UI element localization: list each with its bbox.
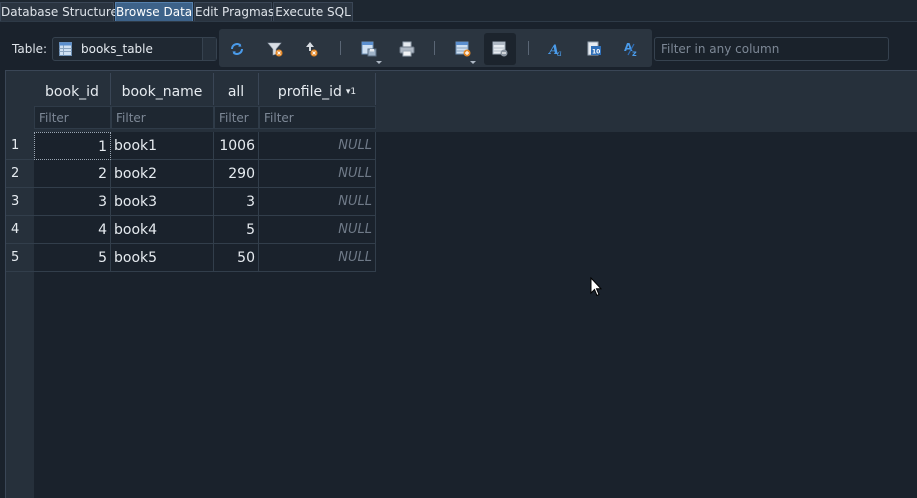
set-encoding-button[interactable]: 10 bbox=[578, 33, 610, 65]
tab-bar: Database Structure Browse Data Edit Prag… bbox=[0, 0, 917, 22]
table-cell[interactable]: 3 bbox=[34, 188, 111, 216]
column-header-label: book_name bbox=[121, 84, 203, 100]
clear-filters-button[interactable] bbox=[259, 33, 291, 65]
toolbar-separator bbox=[434, 41, 435, 55]
refresh-icon bbox=[231, 43, 243, 55]
filter-book-name[interactable] bbox=[111, 106, 214, 129]
insert-record-icon bbox=[455, 41, 471, 57]
table-icon bbox=[59, 42, 72, 56]
sort-indicator-icon: ▾1 bbox=[345, 87, 357, 97]
column-header-book-name[interactable]: book_name bbox=[111, 73, 214, 105]
table-cell[interactable]: 4 bbox=[34, 216, 111, 244]
table-cell[interactable]: 5 bbox=[34, 244, 111, 272]
chevron-down-icon[interactable] bbox=[202, 38, 216, 60]
filter-profile-id[interactable] bbox=[259, 106, 376, 129]
table-cell[interactable]: 50 bbox=[214, 244, 259, 272]
table-cell[interactable]: 290 bbox=[214, 160, 259, 188]
set-encoding-icon: 10 bbox=[587, 41, 601, 56]
refresh-button[interactable] bbox=[221, 33, 253, 65]
row-number[interactable]: 4 bbox=[6, 216, 34, 244]
toolbar-separator bbox=[340, 41, 341, 55]
toolbar-separator bbox=[528, 41, 529, 55]
column-header-label: book_id bbox=[45, 84, 99, 100]
column-header-label: profile_id bbox=[277, 84, 342, 100]
print-icon bbox=[399, 41, 415, 57]
filter-any-column-input[interactable] bbox=[654, 37, 889, 61]
table-cell[interactable]: NULL bbox=[259, 216, 376, 244]
table-label: Table: bbox=[12, 42, 48, 56]
row-number[interactable]: 5 bbox=[6, 244, 34, 272]
save-table-button[interactable] bbox=[353, 33, 385, 65]
table-cell[interactable]: NULL bbox=[259, 160, 376, 188]
filter-all[interactable] bbox=[214, 106, 259, 129]
chevron-down-icon bbox=[376, 61, 382, 64]
mouse-cursor-icon bbox=[590, 277, 602, 297]
clear-sort-button[interactable] bbox=[297, 33, 329, 65]
print-button[interactable] bbox=[391, 33, 423, 65]
table-cell[interactable]: 1006 bbox=[214, 132, 259, 160]
table-cell[interactable]: NULL bbox=[259, 132, 376, 160]
column-header-profile-id[interactable]: profile_id ▾1 bbox=[259, 73, 376, 105]
text-format-icon: A z bbox=[624, 41, 637, 57]
clear-sort-icon bbox=[306, 42, 318, 57]
table-cell[interactable]: NULL bbox=[259, 244, 376, 272]
save-table-icon bbox=[361, 41, 377, 57]
font-button[interactable]: A a bbox=[540, 33, 572, 65]
table-cell[interactable]: 3 bbox=[214, 188, 259, 216]
font-icon: A a bbox=[548, 43, 562, 57]
column-header-label: all bbox=[227, 84, 245, 100]
table-cell[interactable]: book4 bbox=[111, 216, 214, 244]
text-format-button[interactable]: A z bbox=[616, 33, 648, 65]
table-cell[interactable]: 2 bbox=[34, 160, 111, 188]
svg-text:a: a bbox=[557, 49, 562, 57]
data-grid: book_id book_name all profile_id▾1 1 1 b… bbox=[5, 70, 917, 498]
browse-toolbar: A a 10 A z bbox=[219, 29, 652, 67]
tab-browse-data[interactable]: Browse Data bbox=[115, 2, 193, 21]
clear-filters-icon bbox=[267, 42, 283, 57]
column-header-all[interactable]: all bbox=[214, 73, 259, 105]
table-cell[interactable]: book1 bbox=[111, 132, 214, 160]
table-cell[interactable]: 1 bbox=[34, 132, 111, 160]
table-name: books_table bbox=[81, 42, 153, 56]
delete-record-icon bbox=[492, 41, 508, 57]
row-number[interactable]: 3 bbox=[6, 188, 34, 216]
row-number[interactable]: 1 bbox=[6, 132, 34, 160]
table-select[interactable]: books_table bbox=[52, 37, 217, 61]
table-cell[interactable]: NULL bbox=[259, 188, 376, 216]
table-cell[interactable]: 5 bbox=[214, 216, 259, 244]
chevron-down-icon bbox=[470, 61, 476, 64]
tab-database-structure[interactable]: Database Structure bbox=[0, 2, 118, 21]
column-header-book-id[interactable]: book_id bbox=[34, 73, 111, 105]
delete-record-button[interactable] bbox=[484, 33, 516, 65]
tab-execute-sql[interactable]: Execute SQL bbox=[273, 2, 353, 21]
table-cell[interactable]: book5 bbox=[111, 244, 214, 272]
row-number[interactable]: 2 bbox=[6, 160, 34, 188]
insert-record-button[interactable] bbox=[447, 33, 479, 65]
table-cell[interactable]: book2 bbox=[111, 160, 214, 188]
tab-edit-pragmas[interactable]: Edit Pragmas bbox=[194, 2, 274, 21]
svg-text:10: 10 bbox=[592, 49, 600, 56]
filter-book-id[interactable] bbox=[34, 106, 111, 129]
table-cell[interactable]: book3 bbox=[111, 188, 214, 216]
svg-text:z: z bbox=[632, 49, 637, 57]
